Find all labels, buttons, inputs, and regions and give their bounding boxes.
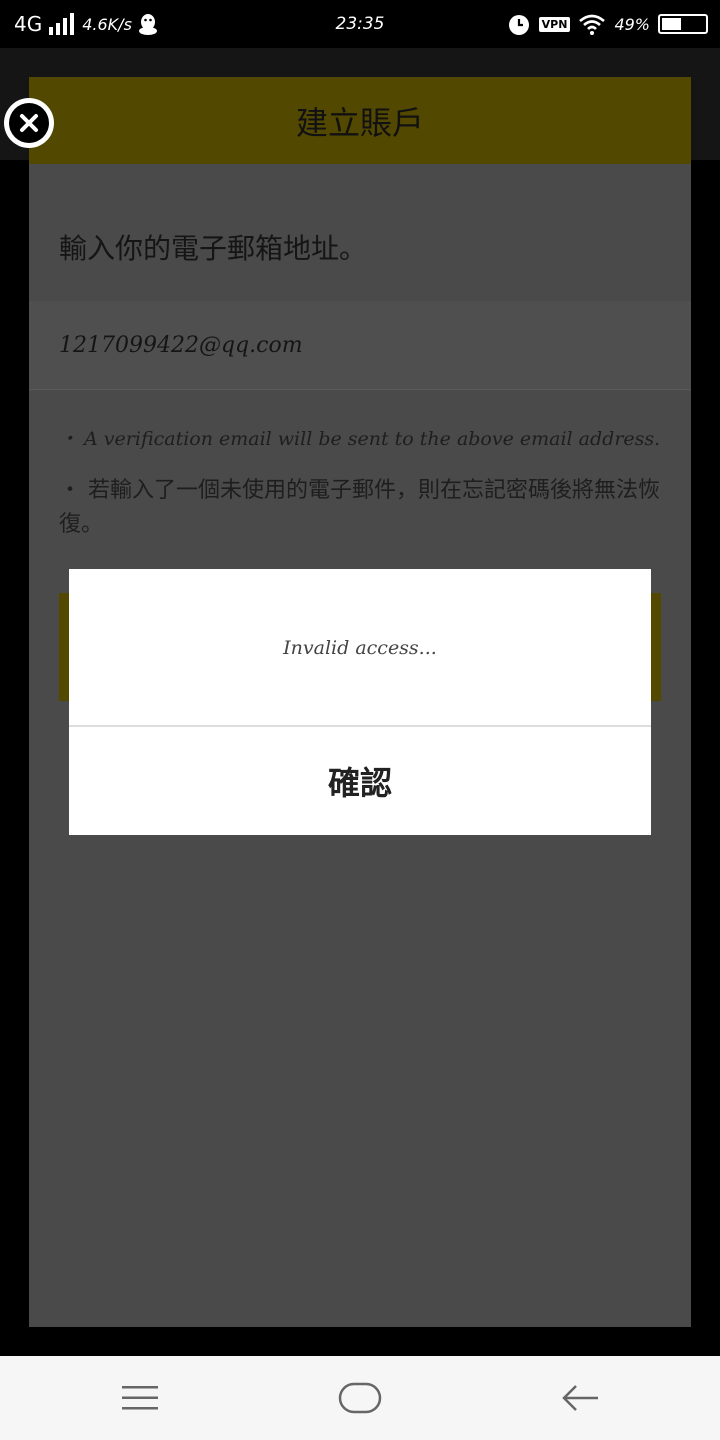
dialog-message: Invalid access... [283,637,437,659]
verification-note: ・ A verification email will be sent to t… [59,428,661,450]
email-field[interactable]: 1217099422@qq.com [29,301,691,390]
status-bar: 4G 4.6K/s 23:35 VPN 49% [0,0,720,48]
email-prompt: 輸入你的電子郵箱地址。 [59,232,368,265]
navigation-bar [0,1356,720,1440]
menu-button[interactable] [110,1378,170,1418]
net-speed: 4.6K/s [82,14,132,34]
home-icon [338,1382,382,1414]
qq-icon [138,14,157,35]
network-type: 4G [14,12,43,36]
status-right: VPN 49% [507,0,708,48]
menu-icon [122,1386,158,1410]
close-button[interactable] [4,98,54,148]
home-button[interactable] [330,1378,390,1418]
wifi-icon [579,14,606,35]
alarm-icon [508,15,529,35]
back-arrow-icon [562,1385,598,1411]
battery-percent: 49% [614,14,650,34]
page-title: 建立賬戶 [29,77,691,164]
battery-fill [662,18,681,30]
status-left: 4G 4.6K/s [14,0,158,48]
alert-dialog: Invalid access... 確認 [69,569,651,835]
close-circle-icon [9,103,49,143]
battery-icon [658,14,708,34]
back-button[interactable] [550,1378,610,1418]
email-value: 1217099422@qq.com [59,332,303,358]
signal-icon [49,13,75,35]
vpn-badge: VPN [538,16,571,32]
warning-note: ・ 若輸入了一個未使用的電子郵件，則在忘記密碼後將無法恢復。 [59,478,660,537]
confirm-button[interactable]: 確認 [69,727,651,835]
